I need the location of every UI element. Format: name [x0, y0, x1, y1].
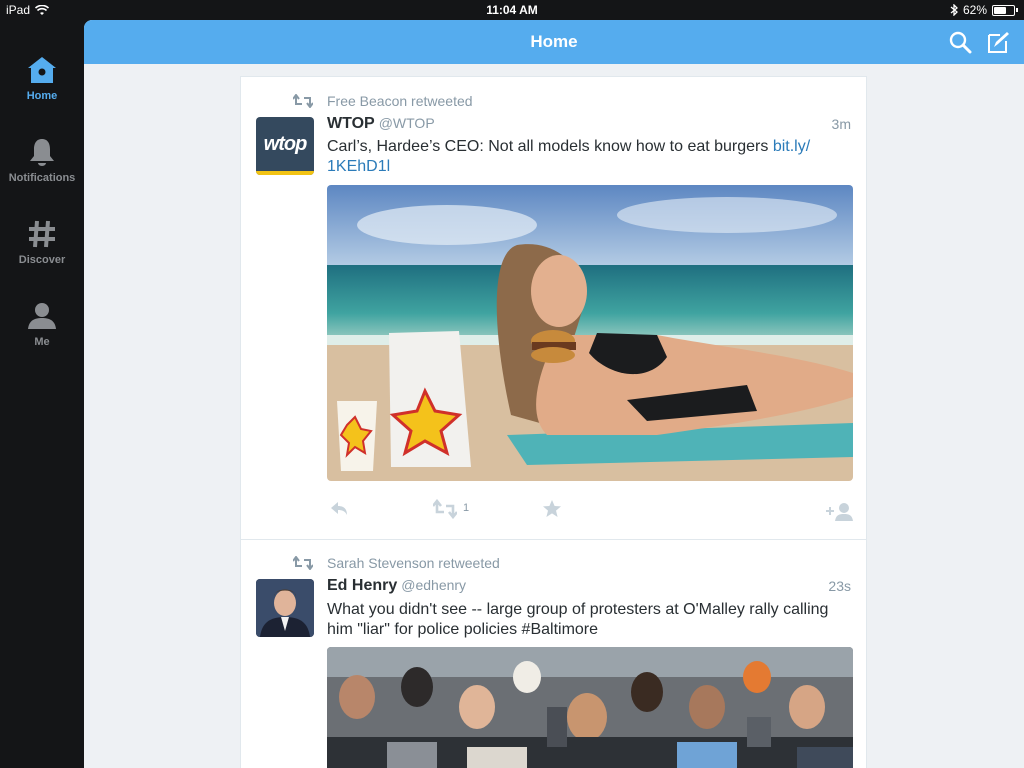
retweet-icon [293, 556, 313, 570]
sidebar: Home Notifications Discover Me [0, 20, 84, 768]
retweet-icon [293, 94, 313, 108]
tweet[interactable]: Free Beacon retweeted wtop WTOP @WTOP 3m … [241, 77, 866, 540]
bluetooth-icon [950, 4, 958, 16]
compose-icon[interactable] [986, 30, 1010, 54]
favorite-star-icon[interactable] [542, 499, 562, 519]
tweet-actions: 1 [327, 499, 853, 521]
tweet-photo[interactable] [327, 185, 853, 481]
avatar[interactable]: wtop [256, 117, 314, 175]
person-icon [28, 303, 56, 329]
retweet-count: 1 [463, 502, 470, 514]
tweet-text: Carl’s, Hardee’s CEO: Not all models kno… [327, 138, 811, 175]
search-icon[interactable] [948, 30, 972, 54]
hashtag-icon [29, 220, 55, 248]
page-title: Home [530, 32, 578, 51]
main-panel: Home Free Beacon retweeted wtop WTOP @WTO… [84, 20, 1024, 768]
beach-burger-photo [327, 185, 853, 481]
follow-user-icon[interactable] [825, 501, 853, 521]
sidebar-item-discover[interactable]: Discover [0, 218, 84, 266]
crowd-photo [327, 647, 853, 768]
retweet-icon[interactable] [433, 499, 457, 519]
status-bar: iPad 11:04 AM 62% [0, 0, 1024, 20]
bell-icon [30, 139, 54, 166]
avatar-logo-text: wtop [263, 133, 308, 155]
sidebar-item-notifications[interactable]: Notifications [0, 136, 84, 184]
tweet[interactable]: Sarah Stevenson retweeted Ed Henry @edhen… [241, 540, 866, 768]
battery-icon [992, 4, 1015, 16]
avatar-photo [256, 579, 314, 637]
retweeted-by[interactable]: Sarah Stevenson retweeted [327, 555, 500, 571]
tweet-time: 3m [831, 116, 851, 132]
tweet-time: 23s [828, 578, 851, 594]
sidebar-item-label: Home [26, 90, 58, 102]
tweet-text: What you didn't see -- large group of pr… [327, 601, 829, 638]
sidebar-item-me[interactable]: Me [0, 300, 84, 348]
author-name[interactable]: Ed Henry @edhenry [327, 577, 466, 595]
sidebar-item-home[interactable]: Home [0, 54, 84, 102]
top-bar: Home [84, 20, 1024, 64]
clock: 11:04 AM [486, 3, 538, 17]
tweet-photo[interactable] [327, 647, 853, 768]
author-handle: @WTOP [378, 115, 435, 131]
reply-icon[interactable] [329, 499, 349, 519]
home-icon [28, 57, 56, 83]
avatar[interactable] [256, 579, 314, 637]
sidebar-item-label: Me [34, 336, 50, 348]
retweeted-by[interactable]: Free Beacon retweeted [327, 93, 473, 109]
battery-percent: 62% [962, 3, 987, 17]
author-name[interactable]: WTOP @WTOP [327, 115, 435, 133]
sidebar-item-label: Discover [18, 254, 66, 266]
timeline[interactable]: Free Beacon retweeted wtop WTOP @WTOP 3m … [240, 76, 867, 768]
sidebar-item-label: Notifications [8, 172, 76, 184]
author-handle: @edhenry [401, 577, 467, 593]
